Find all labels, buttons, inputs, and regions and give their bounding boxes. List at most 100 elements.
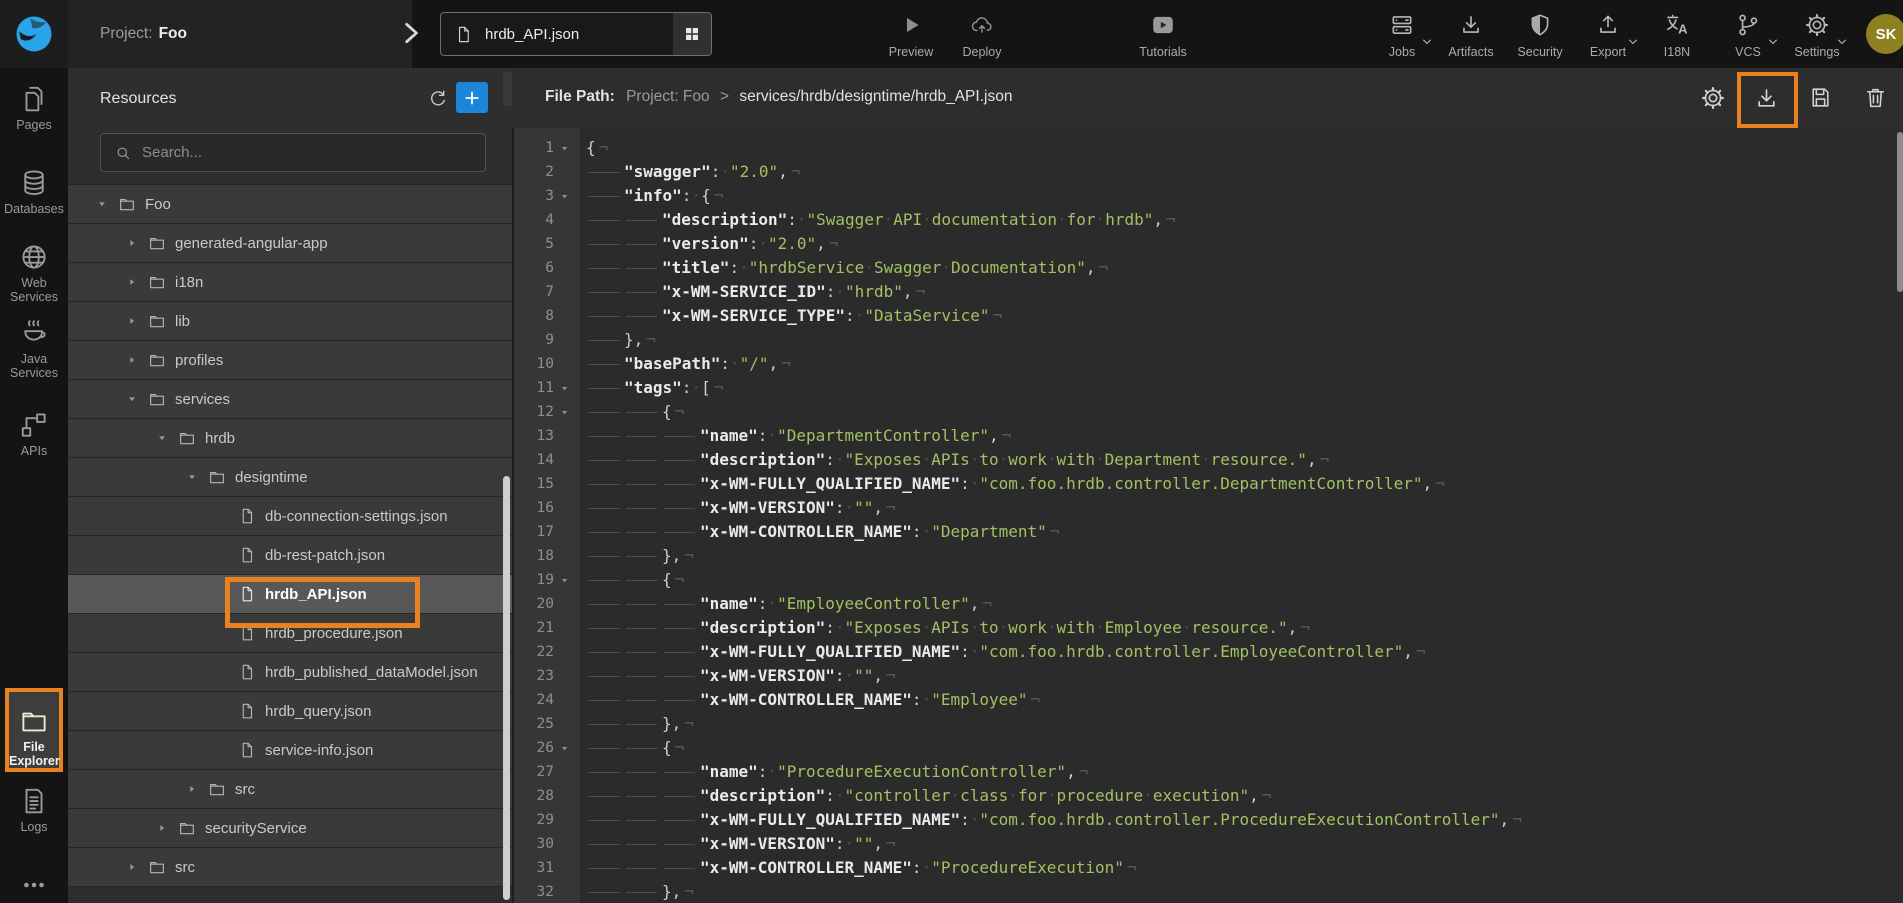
- code-line[interactable]: "name":·"DepartmentController",¬: [580, 424, 1903, 448]
- file-settings-button[interactable]: [1700, 85, 1726, 111]
- tree-folder-lib[interactable]: lib: [68, 302, 512, 341]
- code-line[interactable]: {¬: [580, 136, 1903, 160]
- sidebar-item-logs[interactable]: Logs: [0, 786, 68, 834]
- tree-folder-hrdb[interactable]: hrdb: [68, 419, 512, 458]
- tree-folder-src[interactable]: src: [68, 770, 512, 809]
- code-line[interactable]: {¬: [580, 736, 1903, 760]
- tree-file-db-rest-patch-json[interactable]: db-rest-patch.json: [68, 536, 512, 575]
- caret-right-icon[interactable]: [125, 238, 139, 248]
- menu-settings[interactable]: Settings: [1787, 10, 1847, 66]
- save-file-button[interactable]: [1808, 85, 1833, 110]
- fold-caret-icon[interactable]: [554, 384, 574, 393]
- caret-right-icon[interactable]: [155, 823, 169, 833]
- code-line[interactable]: "swagger":·"2.0",¬: [580, 160, 1903, 184]
- code-line[interactable]: "x-WM-SERVICE_TYPE":·"DataService"¬: [580, 304, 1903, 328]
- code-line[interactable]: },¬: [580, 712, 1903, 736]
- project-menu[interactable]: Project: Foo: [68, 0, 412, 68]
- menu-vcs[interactable]: VCS: [1718, 10, 1778, 66]
- sidebar-item-pages[interactable]: Pages: [0, 84, 68, 132]
- code-line[interactable]: "x-WM-CONTROLLER_NAME":·"Employee"¬: [580, 688, 1903, 712]
- code-line[interactable]: "basePath":·"/",¬: [580, 352, 1903, 376]
- tree-file-service-info-json[interactable]: service-info.json: [68, 731, 512, 770]
- code-line[interactable]: "x-WM-SERVICE_ID":·"hrdb",¬: [580, 280, 1903, 304]
- caret-right-icon[interactable]: [125, 355, 139, 365]
- code-line[interactable]: },¬: [580, 328, 1903, 352]
- editor-content[interactable]: {¬"swagger":·"2.0",¬"info":·{¬"descripti…: [580, 128, 1903, 903]
- code-line[interactable]: "x-WM-FULLY_QUALIFIED_NAME":·"com.foo.hr…: [580, 808, 1903, 832]
- caret-down-icon[interactable]: [95, 199, 109, 209]
- tree-folder-profiles[interactable]: profiles: [68, 341, 512, 380]
- download-file-button[interactable]: [1753, 85, 1780, 112]
- tree-folder-securityservice[interactable]: securityService: [68, 809, 512, 848]
- user-avatar[interactable]: SK: [1866, 14, 1903, 54]
- code-line[interactable]: "description":·"Swagger·API·documentatio…: [580, 208, 1903, 232]
- code-line[interactable]: "description":·"Exposes·APIs·to·work·wit…: [580, 448, 1903, 472]
- sidebar-more-button[interactable]: [0, 872, 68, 902]
- tree-file-hrdb-query-json[interactable]: hrdb_query.json: [68, 692, 512, 731]
- menu-security[interactable]: Security: [1510, 10, 1570, 66]
- fold-caret-icon[interactable]: [554, 144, 574, 153]
- fold-caret-icon[interactable]: [554, 576, 574, 585]
- tree-folder-i18n[interactable]: i18n: [68, 263, 512, 302]
- caret-right-icon[interactable]: [125, 277, 139, 287]
- tree-folder-designtime[interactable]: designtime: [68, 458, 512, 497]
- tree-file-hrdb-procedure-json[interactable]: hrdb_procedure.json: [68, 614, 512, 653]
- caret-down-icon[interactable]: [185, 472, 199, 482]
- caret-right-icon[interactable]: [185, 784, 199, 794]
- code-line[interactable]: "x-WM-CONTROLLER_NAME":·"Department"¬: [580, 520, 1903, 544]
- code-line[interactable]: "info":·{¬: [580, 184, 1903, 208]
- menu-export[interactable]: Export: [1578, 10, 1638, 66]
- code-line[interactable]: },¬: [580, 544, 1903, 568]
- menu-artifacts[interactable]: Artifacts: [1441, 10, 1501, 66]
- delete-file-button[interactable]: [1863, 85, 1888, 110]
- search-input[interactable]: [142, 144, 462, 161]
- code-line[interactable]: "x-WM-VERSION":·"",¬: [580, 664, 1903, 688]
- sidebar-item-databases[interactable]: Databases: [0, 168, 68, 216]
- action-deploy[interactable]: Deploy: [949, 10, 1015, 66]
- caret-down-icon[interactable]: [125, 394, 139, 404]
- code-line[interactable]: "x-WM-VERSION":·"",¬: [580, 832, 1903, 856]
- action-tutorials[interactable]: Tutorials: [1125, 10, 1201, 66]
- code-line[interactable]: "x-WM-VERSION":·"",¬: [580, 496, 1903, 520]
- code-line[interactable]: {¬: [580, 400, 1903, 424]
- action-preview[interactable]: Preview: [878, 10, 944, 66]
- refresh-button[interactable]: [427, 88, 449, 110]
- tree-scrollbar[interactable]: [503, 476, 510, 900]
- tree-file-hrdb-published-datamodel-json[interactable]: hrdb_published_dataModel.json: [68, 653, 512, 692]
- tree-folder-foo[interactable]: Foo: [68, 185, 512, 224]
- grid-view-icon[interactable]: [673, 12, 711, 56]
- caret-right-icon[interactable]: [125, 862, 139, 872]
- code-line[interactable]: "version":·"2.0",¬: [580, 232, 1903, 256]
- sidebar-item-apis[interactable]: APIs: [0, 410, 68, 458]
- code-line[interactable]: "description":·"controller·class·for·pro…: [580, 784, 1903, 808]
- fold-caret-icon[interactable]: [554, 744, 574, 753]
- sidebar-item-java-services[interactable]: JavaServices: [0, 318, 68, 380]
- code-line[interactable]: {¬: [580, 568, 1903, 592]
- code-line[interactable]: "x-WM-FULLY_QUALIFIED_NAME":·"com.foo.hr…: [580, 472, 1903, 496]
- sidebar-item-web-services[interactable]: WebServices: [0, 242, 68, 304]
- code-line[interactable]: "name":·"ProcedureExecutionController",¬: [580, 760, 1903, 784]
- menu-i18n[interactable]: I18N: [1647, 10, 1707, 66]
- caret-right-icon[interactable]: [125, 316, 139, 326]
- code-line[interactable]: },¬: [580, 880, 1903, 903]
- fold-caret-icon[interactable]: [554, 192, 574, 201]
- sidebar-item-file-explorer[interactable]: FileExplorer: [5, 688, 63, 772]
- code-line[interactable]: "x-WM-FULLY_QUALIFIED_NAME":·"com.foo.hr…: [580, 640, 1903, 664]
- editor-scrollbar[interactable]: [1897, 132, 1903, 292]
- menu-jobs[interactable]: Jobs: [1372, 10, 1432, 66]
- code-editor[interactable]: 1234567891011121314151617181920212223242…: [512, 128, 1903, 903]
- code-line[interactable]: "tags":·[¬: [580, 376, 1903, 400]
- code-line[interactable]: "x-WM-CONTROLLER_NAME":·"ProcedureExecut…: [580, 856, 1903, 880]
- tree-file-hrdb-api-json[interactable]: hrdb_API.json: [68, 575, 512, 614]
- code-line[interactable]: "description":·"Exposes·APIs·to·work·wit…: [580, 616, 1903, 640]
- tree-folder-src[interactable]: src: [68, 848, 512, 887]
- open-file-tab[interactable]: hrdb_API.json: [440, 12, 712, 56]
- code-line[interactable]: "name":·"EmployeeController",¬: [580, 592, 1903, 616]
- add-resource-button[interactable]: [456, 82, 488, 113]
- tree-folder-services[interactable]: services: [68, 380, 512, 419]
- code-line[interactable]: "title":·"hrdbService·Swagger·Documentat…: [580, 256, 1903, 280]
- app-logo[interactable]: [0, 0, 68, 68]
- fold-caret-icon[interactable]: [554, 408, 574, 417]
- tree-folder-generated-angular-app[interactable]: generated-angular-app: [68, 224, 512, 263]
- tree-file-db-connection-settings-json[interactable]: db-connection-settings.json: [68, 497, 512, 536]
